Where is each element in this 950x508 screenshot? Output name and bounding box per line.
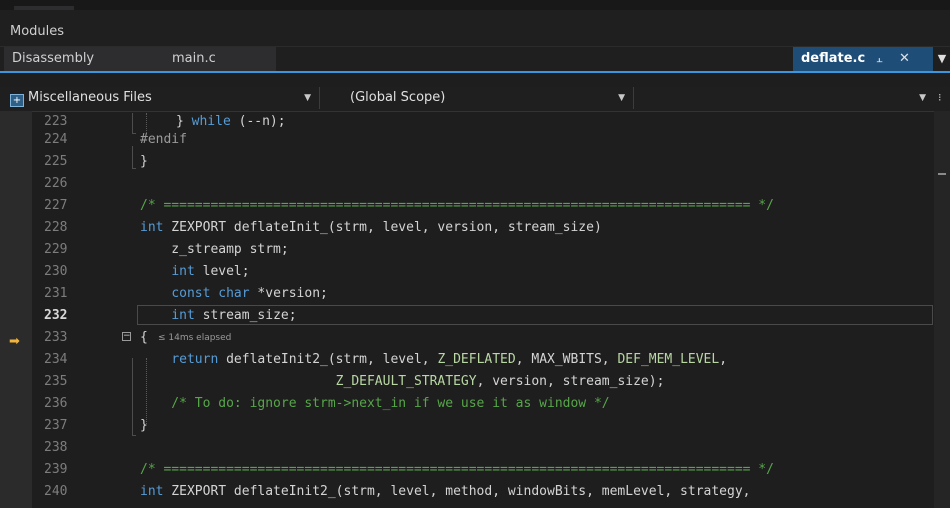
line-number: 235 [44, 374, 68, 389]
split-icon[interactable]: ⁝ [938, 87, 950, 109]
chevron-down-icon[interactable]: ▼ [934, 47, 950, 71]
code-line[interactable]: 227 /* ==================================… [0, 195, 934, 217]
line-number: 238 [44, 440, 68, 455]
line-number: 240 [44, 484, 68, 499]
code-line[interactable]: 230 int level; [0, 261, 934, 283]
code-line[interactable]: 224 #endif [0, 129, 934, 151]
code-editor[interactable]: 223} while (--n); 224 #endif 225} 226 227… [0, 111, 950, 508]
line-number: 239 [44, 462, 68, 477]
chevron-down-icon: ▼ [304, 93, 311, 103]
pin-icon[interactable]: ⫠ [876, 47, 883, 71]
code-text: { [140, 330, 148, 345]
line-number: 229 [44, 242, 68, 257]
code-line[interactable]: 240 int ZEXPORT deflateInit2_(strm, level… [0, 481, 934, 503]
line-number: 233 [44, 330, 68, 345]
code-line[interactable]: 225} [0, 151, 934, 173]
modules-title: Modules [10, 24, 65, 39]
code-line-current[interactable]: 232 int stream_size; [0, 305, 934, 327]
line-number: 236 [44, 396, 68, 411]
line-number: 227 [44, 198, 68, 213]
tab-deflate-c[interactable]: deflate.c ⫠ ✕ [793, 47, 933, 71]
line-number: 225 [44, 154, 68, 169]
scrollbar-thumb[interactable] [938, 173, 946, 175]
vertical-scrollbar[interactable] [934, 111, 950, 508]
project-dropdown-label: Miscellaneous Files [28, 90, 152, 105]
document-tab-well: Disassembly main.c deflate.c ⫠ ✕ ▼ [0, 47, 950, 73]
tab-label: Disassembly [12, 51, 95, 66]
code-line-execution[interactable]: ➡ 233−{≤ 14ms elapsed [0, 327, 934, 349]
line-number: 224 [44, 132, 68, 147]
code-line[interactable]: 238 [0, 437, 934, 459]
code-text: /* =====================================… [140, 198, 774, 213]
code-line[interactable]: 226 [0, 173, 934, 195]
line-number: 237 [44, 418, 68, 433]
tab-main-c[interactable]: main.c [164, 47, 276, 71]
code-line[interactable]: 236 /* To do: ignore strm->next_in if we… [0, 393, 934, 415]
code-line[interactable]: 237} [0, 415, 934, 437]
code-text: z_streamp strm; [140, 242, 289, 257]
code-text: /* To do: ignore strm->next_in if we use… [140, 396, 610, 411]
top-strip [0, 0, 950, 10]
code-line[interactable]: 234 return deflateInit2_(strm, level, Z_… [0, 349, 934, 371]
tab-disassembly[interactable]: Disassembly [4, 47, 164, 71]
code-text: } [140, 418, 148, 433]
tab-label: deflate.c [801, 51, 866, 66]
line-number: 232 [44, 308, 68, 323]
line-number: 230 [44, 264, 68, 279]
scope-dropdown[interactable]: (Global Scope) ▼ [320, 87, 634, 109]
collapse-icon[interactable]: − [122, 332, 131, 341]
code-text: /* =====================================… [140, 462, 774, 477]
code-text: #endif [140, 132, 187, 147]
line-number: 234 [44, 352, 68, 367]
code-text: } [140, 154, 148, 169]
line-number: 228 [44, 220, 68, 235]
line-number: 226 [44, 176, 68, 191]
code-line[interactable]: 231 const char *version; [0, 283, 934, 305]
code-line[interactable]: 229 z_streamp strm; [0, 239, 934, 261]
scope-dropdown-label: (Global Scope) [350, 90, 446, 105]
code-line[interactable]: 228 int ZEXPORT deflateInit_(strm, level,… [0, 217, 934, 239]
file-icon: + [10, 94, 24, 107]
tab-label: main.c [172, 51, 216, 66]
navigation-bar: + Miscellaneous Files ▼ (Global Scope) ▼ … [0, 87, 950, 112]
member-dropdown[interactable]: ▼ [634, 87, 934, 109]
close-icon[interactable]: ✕ [899, 47, 910, 71]
code-line[interactable]: 235 Z_DEFAULT_STRATEGY, version, stream_… [0, 371, 934, 393]
chevron-down-icon: ▼ [618, 93, 625, 103]
project-dropdown[interactable]: + Miscellaneous Files ▼ [10, 87, 320, 109]
chevron-down-icon: ▼ [919, 93, 926, 103]
line-number: 231 [44, 286, 68, 301]
modules-panel-header: Modules [0, 10, 950, 47]
perf-tip[interactable]: ≤ 14ms elapsed [158, 327, 231, 349]
code-line[interactable]: 239 /* ==================================… [0, 459, 934, 481]
